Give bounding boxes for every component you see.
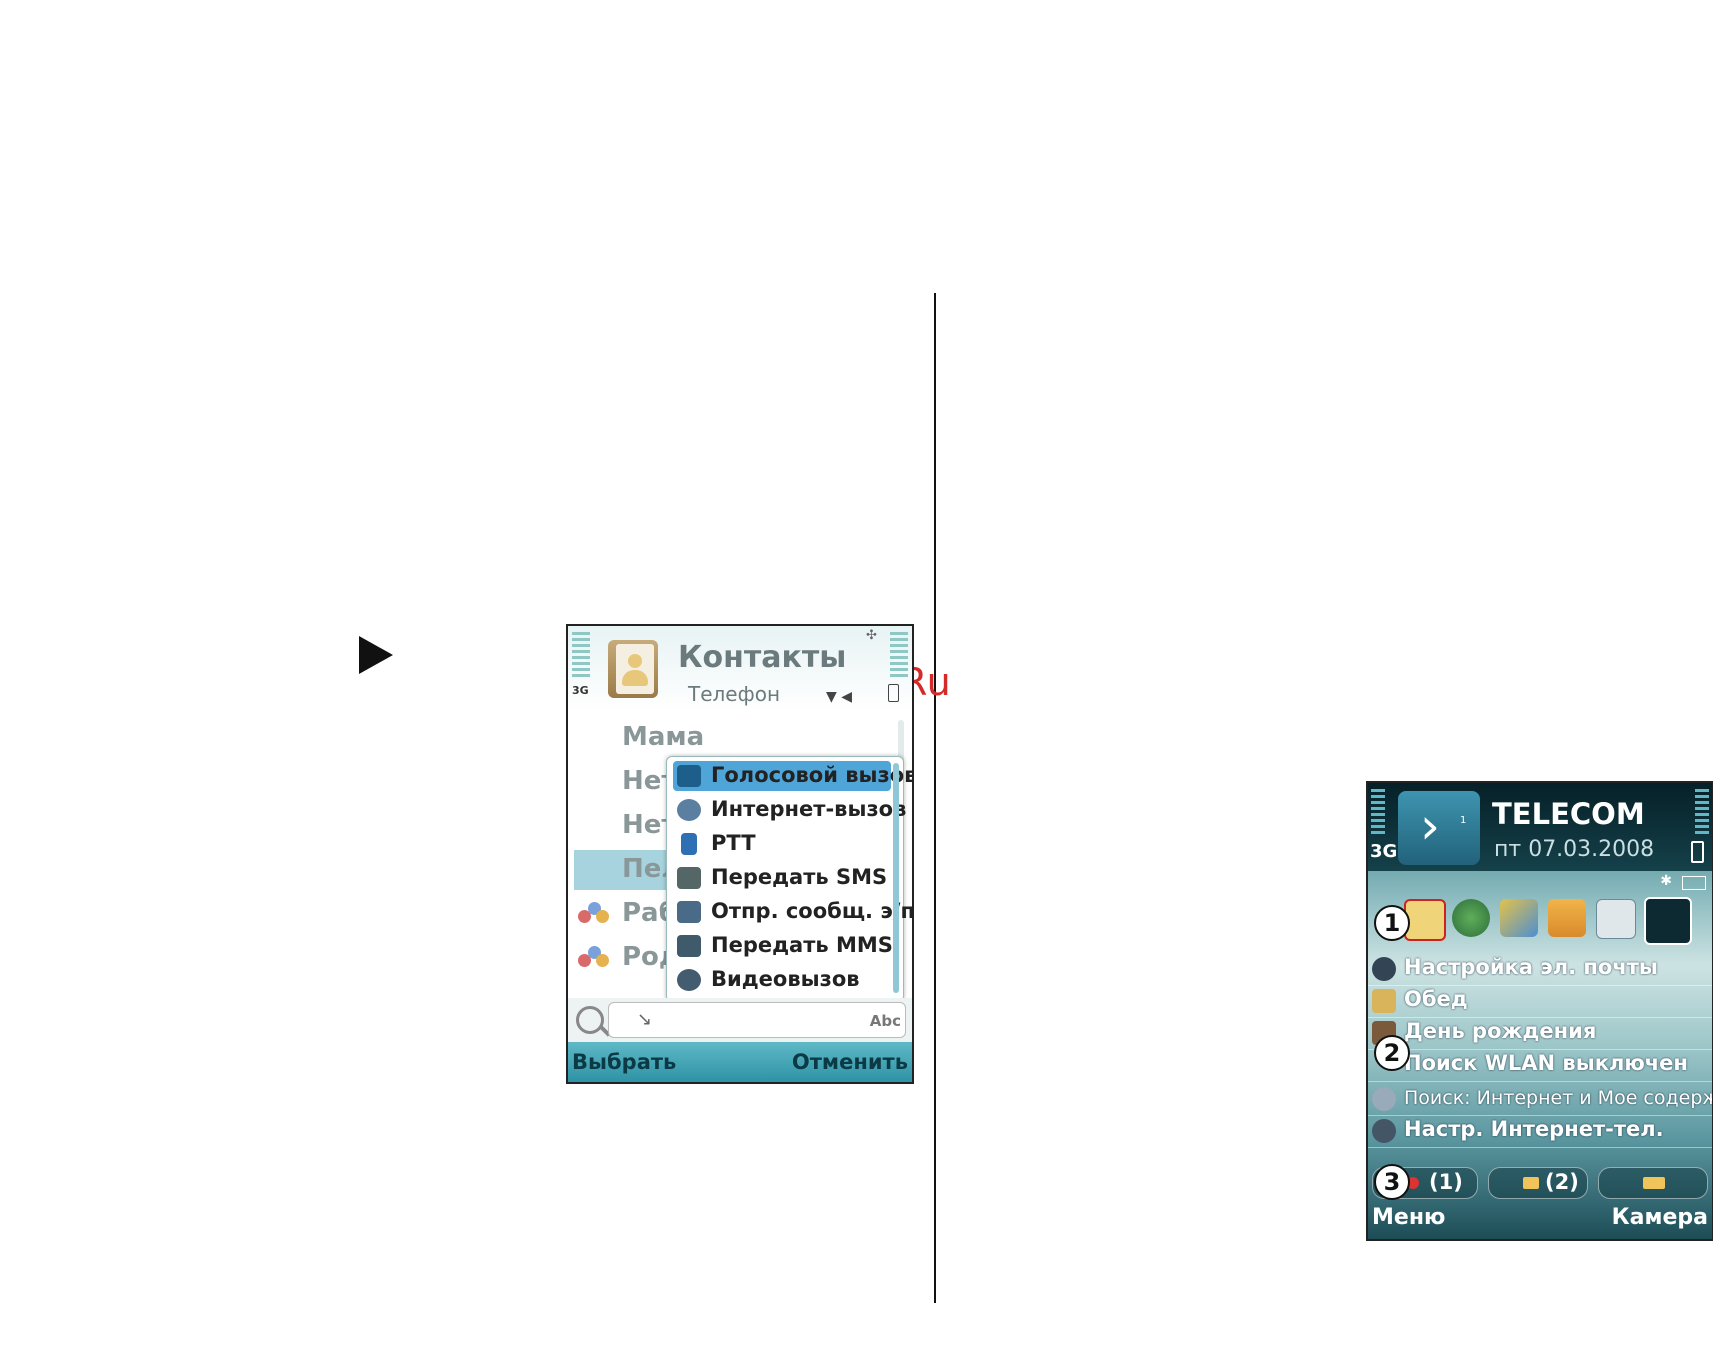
battery-icon [1691,841,1704,863]
list-item[interactable]: Мама [574,718,894,758]
group-icon [578,902,610,928]
menu-item-send-sms[interactable]: Передать SMS [673,863,891,893]
operator-name: TELECOM [1492,797,1645,831]
screen-title: Контакты [678,640,847,675]
list-item-internet-phone[interactable]: Настр. Интернет-тел. [1368,1115,1712,1148]
text-edit-icon[interactable] [1500,899,1538,937]
popup-scrollbar[interactable] [893,763,899,993]
select-softkey[interactable]: Выбрать [572,1050,676,1074]
message-icon [1523,1177,1539,1189]
list-item-birthday[interactable]: День рождения [1368,1017,1712,1050]
gallery-icon[interactable] [1548,899,1586,937]
screen-subtitle: Телефон [688,682,781,706]
menu-item-ptt[interactable]: PTT [673,829,891,859]
folder-icon[interactable] [1596,899,1636,939]
dropdown-arrow-icon[interactable]: ▼ ◀ [826,689,852,705]
menu-item-video-call[interactable]: Видеовызов [673,965,891,995]
list-item-lunch[interactable]: Обед [1368,985,1712,1018]
internet-call-icon [677,799,701,821]
column-divider [934,293,936,1303]
search-bar: ↘ Abc [568,998,912,1042]
camera-softkey[interactable]: Камера [1612,1205,1708,1230]
signal-strength-icon [572,632,590,680]
pen-icon: ↘ [637,1009,653,1030]
list-item-search[interactable]: Поиск: Интернет и Мое содерж. [1368,1083,1712,1116]
list-item-wlan[interactable]: Поиск WLAN выключен [1368,1049,1712,1082]
gamepad-icon: ✣ [866,628,877,643]
menu-item-voice-call[interactable]: Голосовой вызов [673,761,912,791]
battery-level-icon [1695,789,1709,835]
globe-icon[interactable] [1452,899,1490,937]
callout-1: 1 [1374,905,1410,941]
group-icon [578,946,610,972]
bluetooth-icon: ✱ [1660,873,1672,889]
shortcut-bar [1368,895,1712,947]
signal-strength-icon [1371,789,1385,835]
internet-phone-icon [1372,1119,1396,1143]
contacts-screenshot: 3G ✣ Контакты Телефон ▼ ◀ Мама Нет Нет П… [566,624,914,1084]
at-icon [1372,957,1396,981]
standby-screenshot: 3G › 1 TELECOM пт 07.03.2008 ✱ 1 Настройк… [1366,781,1713,1241]
network-indicator: 3G [1370,841,1398,862]
operator-logo: › 1 [1398,791,1480,865]
play-arrow-icon [359,636,393,674]
standby-header: 3G › 1 TELECOM пт 07.03.2008 [1368,783,1712,871]
callout-2: 2 [1374,1035,1410,1071]
callout-3: 3 [1374,1164,1410,1200]
message-indicator-icon [1682,876,1706,890]
softkey-bar: Выбрать Отменить [568,1042,912,1082]
cancel-softkey[interactable]: Отменить [792,1050,908,1074]
menu-item-send-mms[interactable]: Передать MMS [673,931,893,961]
search-icon [1372,1087,1396,1111]
video-call-icon [677,969,701,991]
search-icon [576,1006,604,1034]
date-display: пт 07.03.2008 [1494,837,1655,862]
call-options-popup: Голосовой вызов Интернет-вызов PTT Перед… [666,756,912,1002]
search-input[interactable]: ↘ Abc [608,1002,906,1038]
mms-icon [677,935,701,957]
menu-item-send-email[interactable]: Отпр. сообщ. э/п [673,897,912,927]
contacts-app-icon [608,640,658,698]
input-mode-indicator: Abc [869,1012,901,1030]
ptt-icon [681,833,697,855]
menu-item-internet-call[interactable]: Интернет-вызов [673,795,906,825]
phone-icon [677,765,701,787]
switch-icon[interactable] [1644,897,1692,945]
voicemail-icon [1643,1177,1665,1189]
battery-icon [888,684,899,702]
list-item-email-setup[interactable]: Настройка эл. почты [1368,953,1712,986]
voicemail-notification[interactable] [1598,1167,1708,1199]
menu-softkey[interactable]: Меню [1372,1205,1445,1230]
mail-icon[interactable] [1404,899,1446,941]
note-icon [1372,989,1396,1013]
sms-icon [677,867,701,889]
battery-level-icon [890,632,908,680]
email-icon [677,901,701,923]
contacts-header: 3G ✣ Контакты Телефон ▼ ◀ [568,626,912,712]
messages-notification[interactable]: (2) [1488,1167,1588,1199]
network-indicator: 3G [572,684,589,697]
